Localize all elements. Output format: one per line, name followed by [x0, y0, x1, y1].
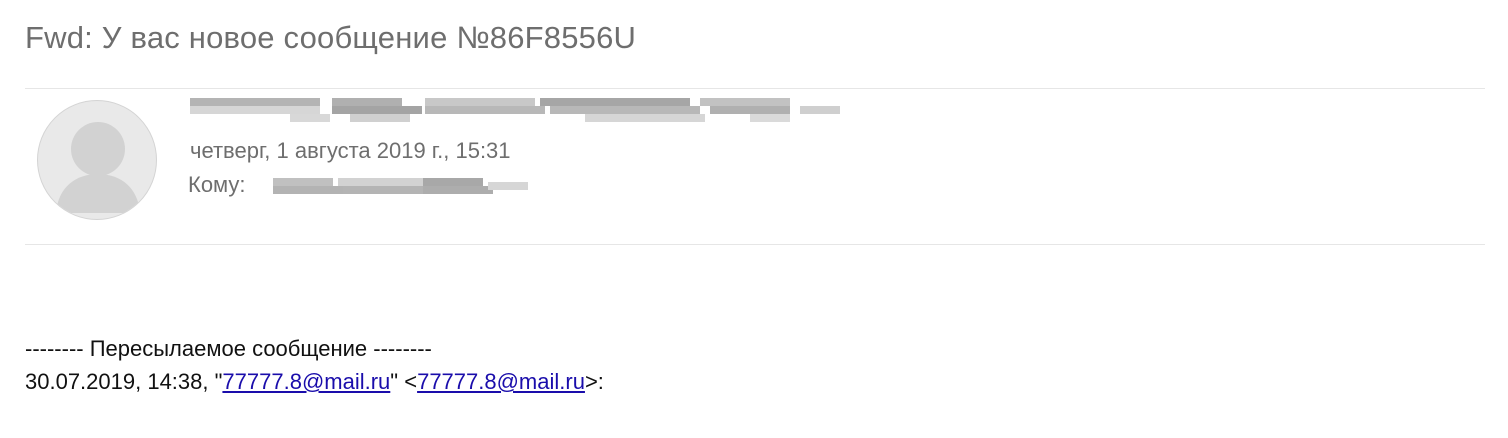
from-email-link-angle[interactable]: 77777.8@mail.ru	[417, 369, 585, 394]
header-divider-bottom	[25, 244, 1485, 245]
forwarded-meta-middle: " <	[390, 369, 418, 394]
forwarded-header: -------- Пересылаемое сообщение --------	[25, 336, 432, 361]
header-divider-top	[25, 88, 1485, 89]
forwarded-meta: 30.07.2019, 14:38, "77777.8@mail.ru" <77…	[25, 369, 604, 395]
forwarded-meta-prefix: 30.07.2019, 14:38, "	[25, 369, 223, 394]
from-email-link[interactable]: 77777.8@mail.ru	[222, 369, 390, 394]
forwarded-meta-suffix: >:	[584, 369, 604, 394]
recipient-redacted[interactable]	[273, 172, 533, 198]
email-subject: Fwd: У вас новое сообщение №86F8556U	[25, 20, 637, 55]
sender-redacted[interactable]	[190, 94, 840, 124]
sender-avatar[interactable]	[37, 100, 157, 220]
person-silhouette-icon	[56, 122, 140, 213]
email-date: четверг, 1 августа 2019 г., 15:31	[190, 138, 511, 163]
to-label: Кому:	[188, 172, 246, 197]
